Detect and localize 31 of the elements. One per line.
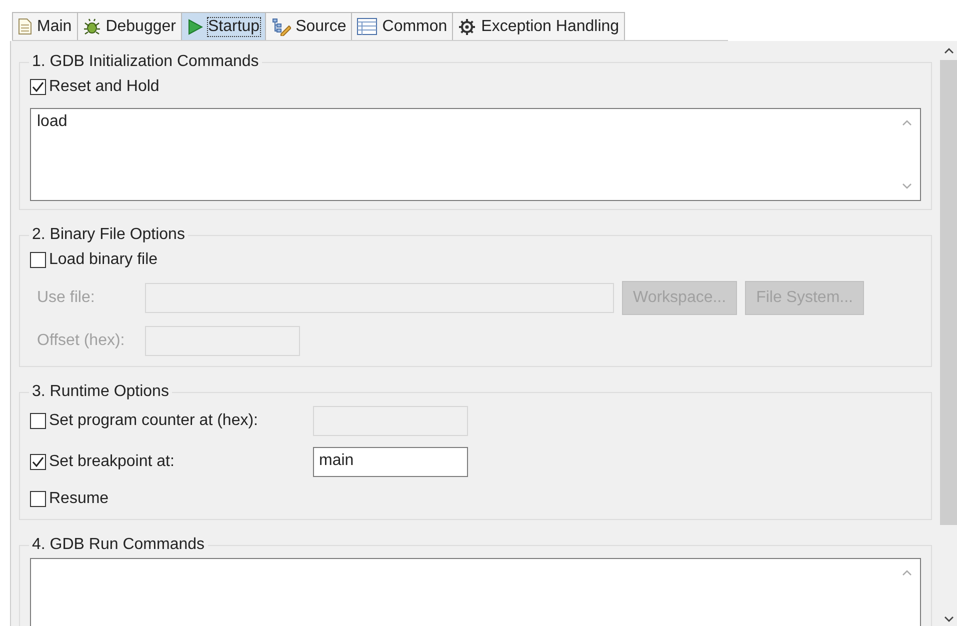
checkbox[interactable]: Reset and Hold <box>30 75 921 99</box>
input-field[interactable]: main <box>313 447 468 477</box>
checkbox[interactable]: Set breakpoint at: <box>30 450 313 474</box>
tab[interactable]: Source <box>264 12 352 40</box>
tab[interactable]: Debugger <box>76 12 182 40</box>
bug-icon <box>82 18 101 35</box>
checkbox[interactable]: Load binary file <box>30 248 921 272</box>
field-label: Use file: <box>37 289 96 307</box>
group-title: 4. GDB Run Commands <box>31 536 206 554</box>
checkmark-icon <box>31 80 45 94</box>
scroll-up-icon[interactable] <box>944 47 954 54</box>
text-area[interactable] <box>30 558 921 626</box>
document-icon <box>18 18 32 35</box>
scroll-down-icon[interactable] <box>944 616 954 623</box>
group-title: 1. GDB Initialization Commands <box>31 53 260 71</box>
tab[interactable]: Startup <box>180 12 266 40</box>
scroll-thumb[interactable] <box>940 60 957 525</box>
group-title: 3. Runtime Options <box>31 383 170 401</box>
tree-pencil-icon <box>270 18 291 36</box>
file-field[interactable] <box>145 283 614 313</box>
checkmark-icon <box>31 455 45 469</box>
tab[interactable]: Common <box>351 12 454 40</box>
field-label: Offset (hex): <box>37 332 126 350</box>
tab[interactable]: Exception Handling <box>452 12 626 40</box>
group-title: 2. Binary File Options <box>31 226 186 244</box>
tab[interactable]: Main <box>12 12 78 40</box>
checkbox[interactable]: Resume <box>30 487 921 511</box>
play-icon <box>186 18 203 34</box>
offset-field[interactable] <box>145 326 300 356</box>
gear-icon <box>458 18 476 36</box>
table-icon <box>357 18 378 35</box>
